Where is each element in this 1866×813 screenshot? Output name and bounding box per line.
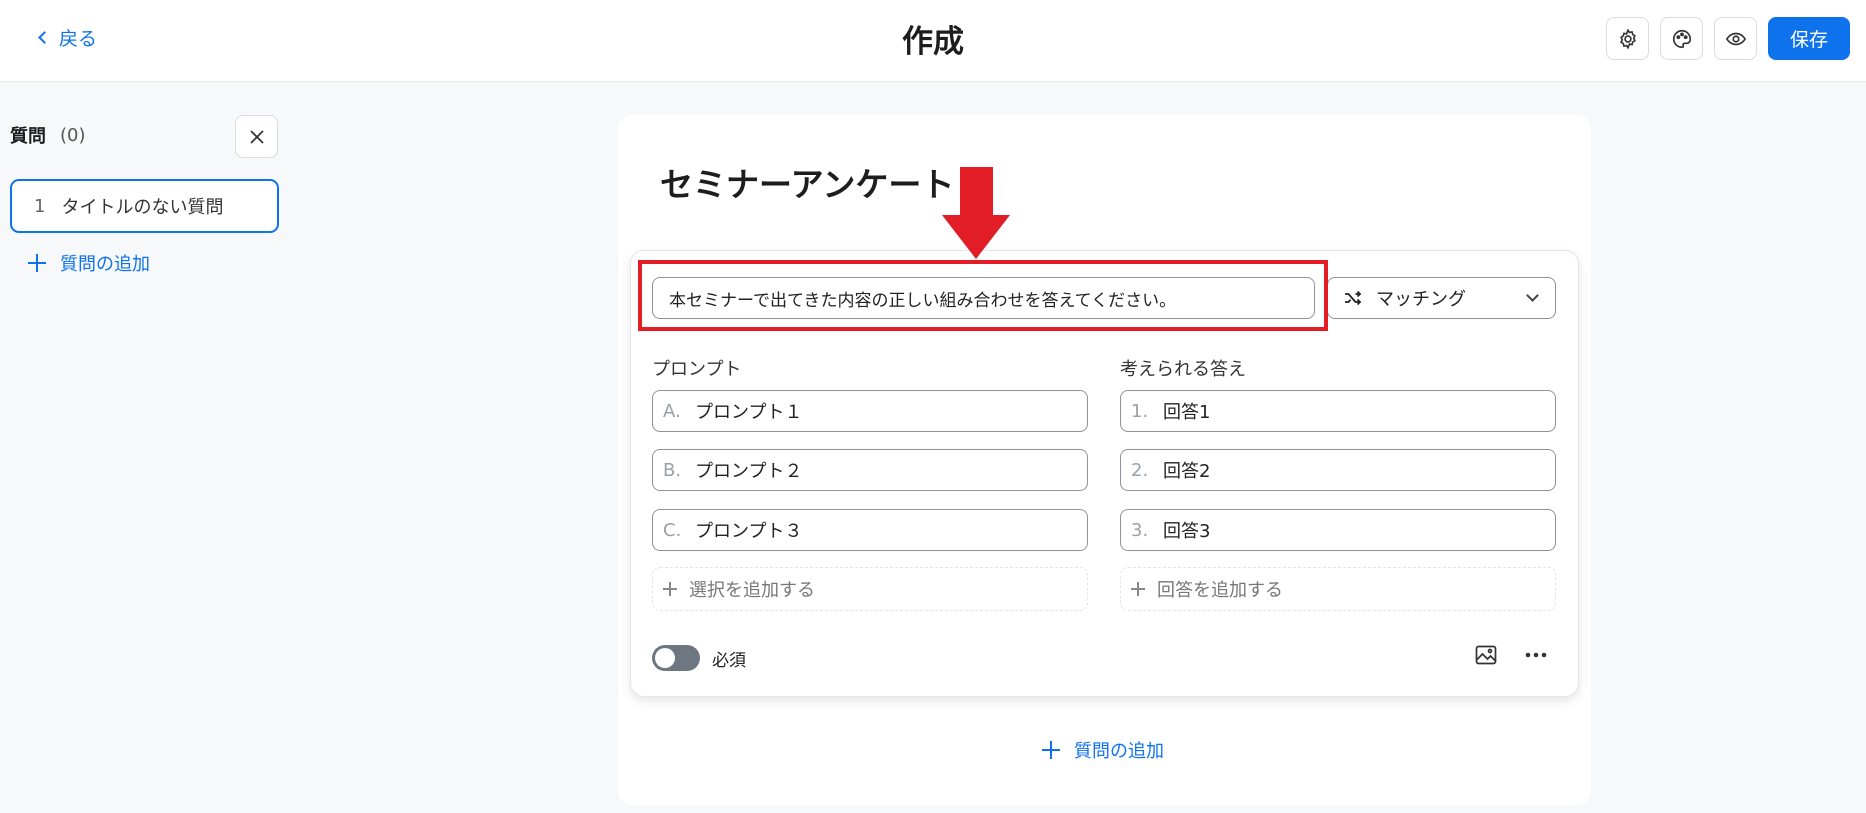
plus-icon bbox=[1131, 582, 1145, 596]
close-icon bbox=[249, 129, 264, 144]
survey-title[interactable]: セミナーアンケート bbox=[660, 158, 954, 206]
option-value: 回答2 bbox=[1163, 461, 1211, 482]
gear-icon bbox=[1619, 28, 1636, 49]
option-letter: A. bbox=[663, 400, 681, 422]
question-type-select[interactable]: マッチング bbox=[1327, 277, 1556, 319]
add-answer-button[interactable]: 回答を追加する bbox=[1120, 567, 1556, 611]
page-title: 作成 bbox=[902, 24, 964, 60]
add-answer-label: 回答を追加する bbox=[1157, 580, 1283, 601]
sidebar-add-label: 質問の追加 bbox=[60, 254, 150, 275]
option-value: 回答3 bbox=[1163, 521, 1211, 542]
question-count: (0) bbox=[60, 124, 86, 146]
palette-icon bbox=[1672, 29, 1691, 48]
preview-button[interactable] bbox=[1714, 17, 1757, 60]
annotation-highlight-box bbox=[638, 260, 1328, 331]
answer-option-1[interactable]: 1. 回答1 bbox=[1120, 390, 1556, 432]
theme-button[interactable] bbox=[1660, 17, 1703, 60]
chevron-down-icon bbox=[1526, 289, 1539, 302]
plus-icon bbox=[1042, 741, 1060, 759]
add-image-button[interactable] bbox=[1471, 640, 1501, 670]
more-horizontal-icon bbox=[1525, 652, 1547, 658]
answers-header: 考えられる答え bbox=[1120, 359, 1246, 380]
sidebar-title: 質問 bbox=[10, 126, 46, 147]
option-letter: C. bbox=[663, 519, 682, 541]
shuffle-icon bbox=[1345, 290, 1362, 306]
prompt-option-a[interactable]: A. プロンプト１ bbox=[652, 390, 1088, 432]
annotation-arrow-icon bbox=[960, 167, 993, 217]
sidebar-item-label: タイトルのない質問 bbox=[61, 197, 224, 218]
close-sidebar-button[interactable] bbox=[235, 115, 278, 158]
settings-button[interactable] bbox=[1606, 17, 1649, 60]
option-number: 2. bbox=[1131, 459, 1149, 481]
add-question-label: 質問の追加 bbox=[1074, 741, 1164, 762]
option-number: 1. bbox=[1131, 400, 1149, 422]
plus-icon bbox=[663, 582, 677, 596]
save-button[interactable]: 保存 bbox=[1768, 17, 1850, 60]
option-value: プロンプト１ bbox=[695, 402, 803, 423]
toggle-knob bbox=[655, 648, 675, 668]
sidebar-add-question-button[interactable]: 質問の追加 bbox=[28, 250, 150, 276]
sidebar-item-question-1[interactable]: 1 タイトルのない質問 bbox=[10, 179, 279, 233]
option-number: 3. bbox=[1131, 519, 1149, 541]
sidebar-header: 質問 (0) bbox=[10, 122, 86, 148]
prompt-option-c[interactable]: C. プロンプト３ bbox=[652, 509, 1088, 551]
prompts-header: プロンプト bbox=[652, 359, 742, 380]
add-prompt-button[interactable]: 選択を追加する bbox=[652, 567, 1088, 611]
required-toggle[interactable] bbox=[652, 645, 700, 671]
top-bar: 戻る 作成 保存 bbox=[0, 0, 1866, 82]
image-icon bbox=[1475, 645, 1497, 665]
prompt-option-b[interactable]: B. プロンプト２ bbox=[652, 449, 1088, 491]
more-options-button[interactable] bbox=[1521, 640, 1551, 670]
option-value: プロンプト３ bbox=[695, 521, 803, 542]
option-letter: B. bbox=[663, 459, 682, 481]
annotation-arrow-head bbox=[942, 215, 1010, 259]
add-prompt-label: 選択を追加する bbox=[689, 580, 815, 601]
plus-icon bbox=[28, 254, 46, 272]
option-value: プロンプト２ bbox=[695, 461, 803, 482]
answer-option-2[interactable]: 2. 回答2 bbox=[1120, 449, 1556, 491]
answer-option-3[interactable]: 3. 回答3 bbox=[1120, 509, 1556, 551]
sidebar-item-number: 1 bbox=[34, 195, 46, 217]
question-type-label: マッチング bbox=[1376, 289, 1466, 310]
eye-icon bbox=[1725, 32, 1746, 45]
option-value: 回答1 bbox=[1163, 402, 1211, 423]
required-label: 必須 bbox=[712, 651, 746, 671]
add-question-button[interactable]: 質問の追加 bbox=[1042, 737, 1164, 763]
